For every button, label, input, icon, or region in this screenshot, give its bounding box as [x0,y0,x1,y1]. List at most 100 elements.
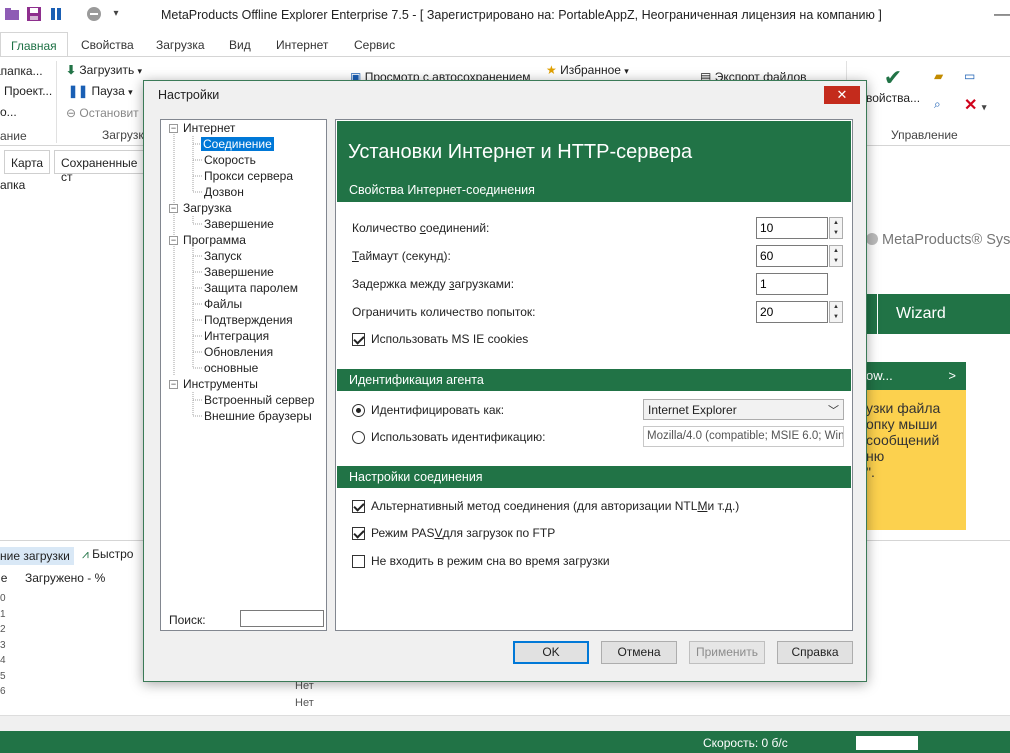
metaproducts-logo: MetaProducts® Sys [866,232,1010,248]
tree-group-download[interactable]: − Загрузка [169,200,232,216]
tab-internet[interactable]: Интернет [276,38,328,52]
no-sleep-checkbox[interactable]: Не входить в режим сна во время загрузки [352,554,610,568]
help-button[interactable]: Справка [777,641,853,664]
timeout-spinner: ▲▼ [756,245,844,267]
tree-item-confirmations[interactable]: Подтверждения [204,312,293,328]
settings-tree[interactable]: − Интернет Соединение Скорость Прокси сер… [160,119,327,631]
chevron-right-icon: > [948,368,956,383]
settings-panel: Установки Интернет и HTTP-сервера Свойст… [335,119,853,631]
delay-input[interactable] [756,273,828,295]
retries-input[interactable] [756,301,828,323]
tree-item-files[interactable]: Файлы [204,296,242,312]
chevron-down-icon[interactable]: ▾ [108,6,124,22]
left-pane: Карта Сохраненные ст апка [0,146,158,531]
alt-method-checkbox[interactable]: Альтернативный метод соединения (для авт… [352,499,739,513]
spinner-arrows[interactable]: ▲ ▼ [829,245,843,267]
download-button[interactable]: ⬇ Загрузить ▾ [66,63,142,77]
spin-down-icon[interactable]: ▼ [830,256,842,266]
stop-icon[interactable] [86,6,102,22]
horizontal-scrollbar[interactable] [0,715,1010,731]
tree-item-dialup[interactable]: Дозвон [204,184,244,200]
tree-group-tools[interactable]: − Инструменты [169,376,258,392]
pasv-checkbox[interactable]: Режим PAS V для загрузок по FTP [352,526,555,540]
delete-icon[interactable]: ✕ ▾ [964,95,986,115]
section-connection-settings: Настройки соединения [337,466,851,488]
search-input[interactable] [240,610,324,627]
wizard-band[interactable]: Wizard [866,294,1010,334]
tree-item-basic[interactable]: основные [204,360,258,376]
collapse-icon[interactable]: − [169,204,178,213]
properties-big-button[interactable]: ✔ войства... [866,65,920,105]
tab-download[interactable]: Загрузка [156,38,205,52]
tab-saved-pages[interactable]: Сохраненные ст [54,150,145,184]
collapse-icon[interactable]: − [169,380,178,389]
close-icon[interactable]: ✕ [824,86,860,104]
favorites-button[interactable]: ★ Избранное ▾ [546,63,629,77]
tab-map[interactable]: Карта [4,150,51,174]
status-speed: Скорость: 0 б/с [703,736,788,750]
tree-item-updates[interactable]: Обновления [204,344,273,360]
spin-down-icon[interactable]: ▼ [830,312,842,322]
tree-item-connection[interactable]: Соединение [201,136,274,152]
column-header-left[interactable]: ие [0,571,7,585]
tree-item-builtin-server[interactable]: Встроенный сервер [204,392,314,408]
timeout-input[interactable] [756,245,828,267]
dialog-title: Настройки [158,88,220,102]
minimize-icon[interactable]: — [994,6,1010,24]
app-title: MetaProducts Offline Explorer Enterprise… [161,8,882,22]
panel-header: Установки Интернет и HTTP-сервера Свойст… [337,121,851,202]
spin-up-icon[interactable]: ▲ [830,218,842,228]
user-agent-input[interactable]: Mozilla/4.0 (compatible; MSIE 6.0; Windo [643,426,844,447]
use-identification-radio[interactable]: Использовать идентификацию: [352,430,545,444]
pause-icon[interactable] [48,6,64,22]
ribbon-item-partial[interactable]: о... [0,105,17,119]
ribbon-project-button[interactable]: Проект... [4,84,52,98]
tree-item-speed[interactable]: Скорость [204,152,256,168]
tab-home[interactable]: Главная [0,32,68,57]
tree-group-internet[interactable]: − Интернет [169,120,235,136]
manage-find-icon[interactable]: ⌕ [934,97,941,112]
quick-access-toolbar: ▾ [4,6,124,22]
stop-button[interactable]: ⊖ Остановит [66,106,139,120]
identify-as-radio[interactable]: Идентифицировать как: [352,403,504,417]
manage-folder-icon[interactable]: ▰ [934,69,943,83]
save-icon[interactable] [26,6,42,22]
tab-service[interactable]: Сервис [354,38,395,52]
tree-item-download-finish[interactable]: Завершение [204,216,274,232]
tree-item-proxy[interactable]: Прокси сервера [204,168,293,184]
folder-icon[interactable] [4,6,20,22]
cancel-button[interactable]: Отмена [601,641,677,664]
tree-item-startup[interactable]: Запуск [204,248,242,264]
spinner-arrows[interactable]: ▲ ▼ [829,301,843,323]
tab-fast[interactable]: ⩘ Быстро [82,547,133,562]
column-header-downloaded[interactable]: Загружено - % [25,571,105,585]
tips-card-header[interactable]: ow... > [866,362,966,390]
collapse-icon[interactable]: − [169,124,178,133]
tab-download-queue[interactable]: ние загрузки [0,547,74,565]
pause-button[interactable]: ❚❚ Пауза ▾ [68,84,133,98]
manage-window-icon[interactable]: ▭ [964,69,975,83]
apply-button[interactable]: Применить [689,641,765,664]
ie-cookies-checkbox[interactable]: Использовать MS IE cookies [352,332,528,346]
spinner-arrows[interactable]: ▲ ▼ [829,217,843,239]
title-bar: ▾ MetaProducts Offline Explorer Enterpri… [0,0,1010,32]
stop-icon: ⊖ [66,106,77,120]
ok-button[interactable]: OK [513,641,589,664]
tree-item-external-browsers[interactable]: Внешние браузеры [204,408,312,424]
spin-down-icon[interactable]: ▼ [830,228,842,238]
collapse-icon[interactable]: − [169,236,178,245]
spin-up-icon[interactable]: ▲ [830,246,842,256]
tree-item-integration[interactable]: Интеграция [204,328,269,344]
ribbon-folder-button[interactable]: апапка... [0,64,43,78]
tab-properties[interactable]: Свойства [81,38,134,52]
retries-label: Ограничить количество попыток: [352,305,536,319]
tab-view[interactable]: Вид [229,38,251,52]
tree-group-program[interactable]: − Программа [169,232,246,248]
tree-item-password[interactable]: Защита паролем [204,280,298,296]
spin-up-icon[interactable]: ▲ [830,302,842,312]
tree-item-folder[interactable]: апка [0,178,25,192]
agent-select[interactable]: Internet Explorer ﹀ [643,399,844,420]
section-connection-properties: Свойства Интернет-соединения [349,183,535,197]
connections-input[interactable] [756,217,828,239]
tree-item-program-finish[interactable]: Завершение [204,264,274,280]
